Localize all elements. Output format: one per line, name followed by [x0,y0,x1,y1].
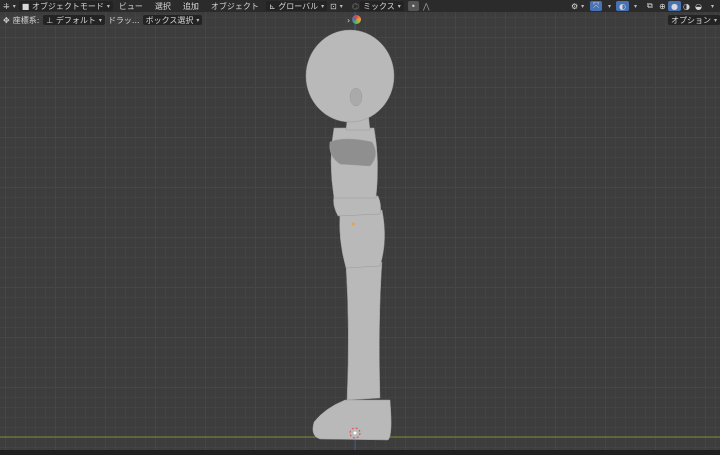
options-label: オプション [671,15,711,25]
chevron-down-icon: ▾ [106,2,110,10]
hips [333,195,381,217]
thigh [339,209,385,269]
coord-system-select[interactable]: ⊥ デフォルト ▾ [43,15,105,25]
drag-select[interactable]: ボックス選択 ▾ [142,15,203,25]
3d-viewport[interactable] [0,0,720,450]
head [305,29,395,123]
axis-icon: ⊥ [46,15,54,25]
menu-select[interactable]: 選択 [149,1,177,11]
orientation-label: グローバル [278,1,319,11]
blend-select[interactable]: ミックス ▾ [360,1,404,11]
falloff-icon[interactable]: ⋀ [420,1,433,11]
ear [349,87,363,107]
coord-label: 座標系: [12,15,40,25]
chevron-down-icon: ▾ [196,16,200,24]
chevron-down-icon: ▾ [714,16,718,24]
shin [345,261,383,401]
bottom-border [0,450,720,455]
xray-icon[interactable]: ⧉ [644,1,656,11]
viewport-header: ⁜ ▾ ■ オブジェクトモード ▾ ビュー 選択 追加 オブジェクト ⊾ グローバル… [0,0,720,12]
visibility-icon[interactable]: ⚙ ▾ [568,1,587,11]
chevron-down-icon: ▾ [581,2,585,10]
chevron-down-icon: ▾ [12,2,16,10]
options-button[interactable]: オプション ▾ [668,15,720,25]
pivot-icon: ⊡ [330,1,337,11]
tool-settings-bar: ✥ 座標系: ⊥ デフォルト ▾ ドラッ... ボックス選択 ▾ › オプション ▾ [0,12,720,28]
menu-view[interactable]: ビュー [113,1,149,11]
move-tool-icon: ✥ [3,15,10,25]
select-mode-label: ボックス選択 [145,15,194,25]
menu-object[interactable]: オブジェクト [205,1,265,11]
gizmo-dropdown[interactable]: ▾ [602,1,614,11]
chevron-down-icon: ▾ [711,2,715,10]
chevron-down-icon: ▾ [397,2,401,10]
character-model[interactable] [305,29,395,441]
mode-label: オブジェクトモード [31,1,104,11]
transform-orientation-icon: ⊾ [269,1,276,11]
menu-add[interactable]: 追加 [177,1,205,11]
editor-type-button[interactable]: ⁜ ▾ [0,1,19,11]
chevron-down-icon: ▾ [98,16,102,24]
proportional-edit-toggle[interactable]: • [408,1,419,11]
object-mode-icon: ■ [21,1,30,11]
rendered-shading-icon[interactable]: ◒ [692,1,705,11]
chevron-down-icon: ▾ [634,2,638,10]
shading-dropdown[interactable]: ▾ [705,1,717,11]
gizmo-toggle[interactable]: ⤧ [590,1,603,11]
wireframe-shading-icon[interactable]: ⊕ [656,1,669,11]
chevron-down-icon: ▾ [608,2,612,10]
object-origin [351,222,355,226]
chevron-down-icon: ▾ [339,2,343,10]
mode-select[interactable]: ■ オブジェクトモード ▾ [18,1,113,11]
coord-value: デフォルト [55,15,96,25]
foot [312,399,392,441]
navigation-gizmo-icon[interactable] [352,15,361,24]
chevron-down-icon: ▾ [321,2,325,10]
drag-label: ドラッ... [107,15,140,25]
overlay-dropdown[interactable]: ▾ [628,1,640,11]
orientation-select[interactable]: ⊾ グローバル ▾ [266,1,328,11]
blend-label: ミックス [363,1,395,11]
pivot-select[interactable]: ⊡ ▾ [327,1,346,11]
